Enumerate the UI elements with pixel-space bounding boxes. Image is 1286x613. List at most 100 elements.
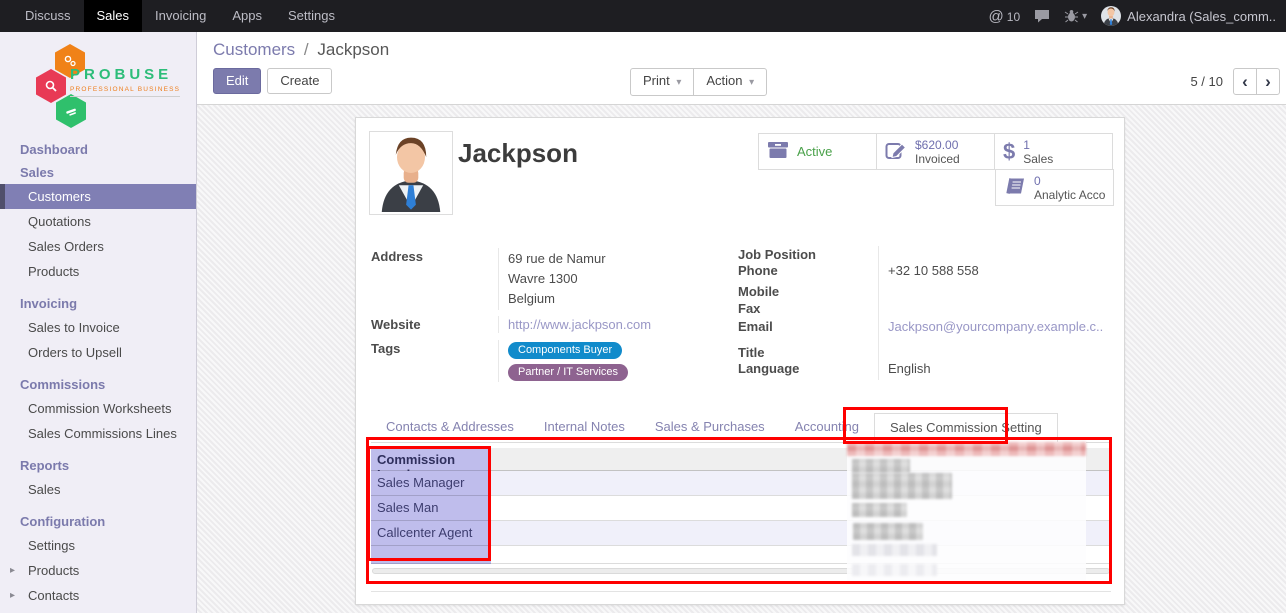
sidebar-item-config-contacts[interactable]: ▸ Contacts	[0, 583, 196, 608]
sidebar-item-orders-to-upsell[interactable]: Orders to Upsell	[0, 340, 196, 365]
pager-next-button[interactable]: ›	[1256, 68, 1280, 95]
tab-contacts-addresses[interactable]: Contacts & Addresses	[371, 413, 529, 442]
sales-count-label: Sales	[1023, 152, 1053, 166]
sidebar-item-reports-sales[interactable]: Sales	[0, 477, 196, 502]
title-label: Title	[738, 344, 878, 360]
sidebar-item-label: Products	[28, 563, 79, 578]
address-label: Address	[371, 248, 498, 310]
pager-counter: 5 / 10	[1190, 74, 1223, 89]
language-value: English	[878, 360, 1106, 380]
archive-icon	[767, 141, 789, 162]
analytic-label: Analytic Acco...	[1034, 188, 1105, 202]
logo-title: PROBUSE	[70, 66, 180, 83]
job-position-label: Job Position	[738, 246, 878, 262]
sidebar-item-customers[interactable]: Customers	[0, 184, 196, 209]
action-dropdown-button[interactable]: Action ▾	[693, 68, 767, 96]
sidebar-section-commissions[interactable]: Commissions	[0, 373, 196, 396]
stat-buttons: Active $620.00 Invoiced $	[758, 133, 1114, 170]
expand-arrow-icon: ▸	[10, 590, 15, 601]
mention-counter[interactable]: @ 10	[989, 8, 1021, 25]
sidebar-section-reports[interactable]: Reports	[0, 454, 196, 477]
sidebar-item-settings[interactable]: Settings	[0, 533, 196, 558]
analytic-accounts-stat-button[interactable]: 0 Analytic Acco...	[995, 169, 1114, 206]
sidebar: PROBUSE PROFESSIONAL BUSINESS Dashboard …	[0, 32, 197, 613]
sales-stat-button[interactable]: $ 1 Sales	[994, 133, 1113, 170]
commission-level-cell[interactable]: Callcenter Agent	[371, 521, 491, 546]
user-name: Alexandra (Sales_comm..	[1127, 9, 1276, 24]
sidebar-item-label: Contacts	[28, 588, 79, 603]
bug-icon[interactable]: ▾	[1064, 9, 1087, 23]
commission-level-cell[interactable]	[371, 546, 491, 564]
redacted-block	[852, 459, 910, 473]
tab-accounting[interactable]: Accounting	[780, 413, 874, 442]
mobile-label: Mobile	[738, 283, 878, 300]
invoice-pencil-icon	[885, 140, 907, 163]
active-label: Active	[797, 145, 832, 159]
fax-label: Fax	[738, 300, 878, 318]
email-label: Email	[738, 318, 878, 344]
sheet-divider	[371, 591, 1111, 592]
field-group-left: Address 69 rue de Namur Wavre 1300 Belgi…	[371, 248, 719, 382]
record-sheet: Jackpson Active	[355, 117, 1125, 605]
chat-bubble-icon[interactable]	[1034, 9, 1050, 23]
commission-level-header-cell[interactable]: Commission Level	[371, 448, 491, 471]
menu-sales[interactable]: Sales	[84, 0, 143, 32]
analytic-value: 0	[1034, 174, 1105, 188]
website-link[interactable]: http://www.jackpson.com	[508, 317, 651, 332]
active-stat-button[interactable]: Active	[758, 133, 877, 170]
redacted-block	[852, 473, 952, 499]
sidebar-item-sales-to-invoice[interactable]: Sales to Invoice	[0, 315, 196, 340]
commission-level-cell[interactable]: Sales Man	[371, 496, 491, 521]
sidebar-item-commission-worksheets[interactable]: Commission Worksheets	[0, 396, 196, 421]
field-group-right: Job Position Phone +32 10 588 558 Mobile…	[738, 246, 1106, 380]
caret-down-icon: ▾	[1082, 11, 1087, 22]
menu-apps[interactable]: Apps	[219, 0, 275, 32]
book-icon	[1004, 177, 1026, 198]
email-link[interactable]: Jackpson@yourcompany.example.c..	[888, 319, 1103, 334]
sidebar-item-products[interactable]: Products	[0, 259, 196, 284]
sidebar-item-sales-orders[interactable]: Sales Orders	[0, 234, 196, 259]
redacted-block-faint	[852, 544, 937, 556]
sidebar-section-invoicing[interactable]: Invoicing	[0, 292, 196, 315]
menu-invoicing[interactable]: Invoicing	[142, 0, 219, 32]
invoiced-stat-button[interactable]: $620.00 Invoiced	[876, 133, 995, 170]
sidebar-section-configuration[interactable]: Configuration	[0, 510, 196, 533]
sidebar-item-dashboard[interactable]: Dashboard	[0, 138, 196, 161]
sidebar-item-sales-teams[interactable]: Sales Teams	[0, 608, 196, 613]
redacted-pink-band	[847, 442, 1086, 456]
edit-button[interactable]: Edit	[213, 68, 261, 94]
topbar: Discuss Sales Invoicing Apps Settings @ …	[0, 0, 1286, 32]
menu-discuss[interactable]: Discuss	[12, 0, 84, 32]
address-value: 69 rue de Namur Wavre 1300 Belgium	[498, 248, 719, 310]
breadcrumb-customers-link[interactable]: Customers	[213, 40, 295, 59]
sidebar-item-config-products[interactable]: ▸ Products	[0, 558, 196, 583]
app-screen: Discuss Sales Invoicing Apps Settings @ …	[0, 0, 1286, 613]
sidebar-item-quotations[interactable]: Quotations	[0, 209, 196, 234]
tab-internal-notes[interactable]: Internal Notes	[529, 413, 640, 442]
pager: 5 / 10 ‹ ›	[1190, 68, 1280, 95]
tag-components-buyer: Components Buyer	[508, 342, 622, 359]
create-button[interactable]: Create	[267, 68, 332, 94]
redacted-block-faint	[852, 564, 937, 576]
tab-sales-commission-setting[interactable]: Sales Commission Setting	[874, 413, 1058, 443]
tags-label: Tags	[371, 340, 498, 382]
tag-partner-it-services: Partner / IT Services	[508, 364, 628, 381]
customer-photo[interactable]	[369, 131, 453, 215]
sidebar-item-sales-commissions-lines[interactable]: Sales Commissions Lines	[0, 421, 196, 446]
website-label: Website	[371, 316, 498, 333]
tab-sales-purchases[interactable]: Sales & Purchases	[640, 413, 780, 442]
sidebar-section-sales[interactable]: Sales	[0, 161, 196, 184]
control-panel: Customers / Jackpson Edit Create Print ▾…	[197, 32, 1286, 105]
pager-previous-button[interactable]: ‹	[1233, 68, 1257, 95]
user-avatar	[1101, 6, 1121, 26]
user-menu[interactable]: Alexandra (Sales_comm..	[1101, 6, 1276, 26]
dollar-icon: $	[1003, 142, 1015, 162]
logo-magnifier-hexagon-icon	[36, 69, 66, 103]
job-position-value	[878, 246, 1106, 262]
record-buttons: Edit Create	[213, 68, 332, 94]
print-dropdown-button[interactable]: Print ▾	[630, 68, 694, 96]
phone-value: +32 10 588 558	[878, 262, 1106, 283]
breadcrumb-current: Jackpson	[317, 40, 389, 59]
commission-level-cell[interactable]: Sales Manager	[371, 471, 491, 496]
menu-settings[interactable]: Settings	[275, 0, 348, 32]
